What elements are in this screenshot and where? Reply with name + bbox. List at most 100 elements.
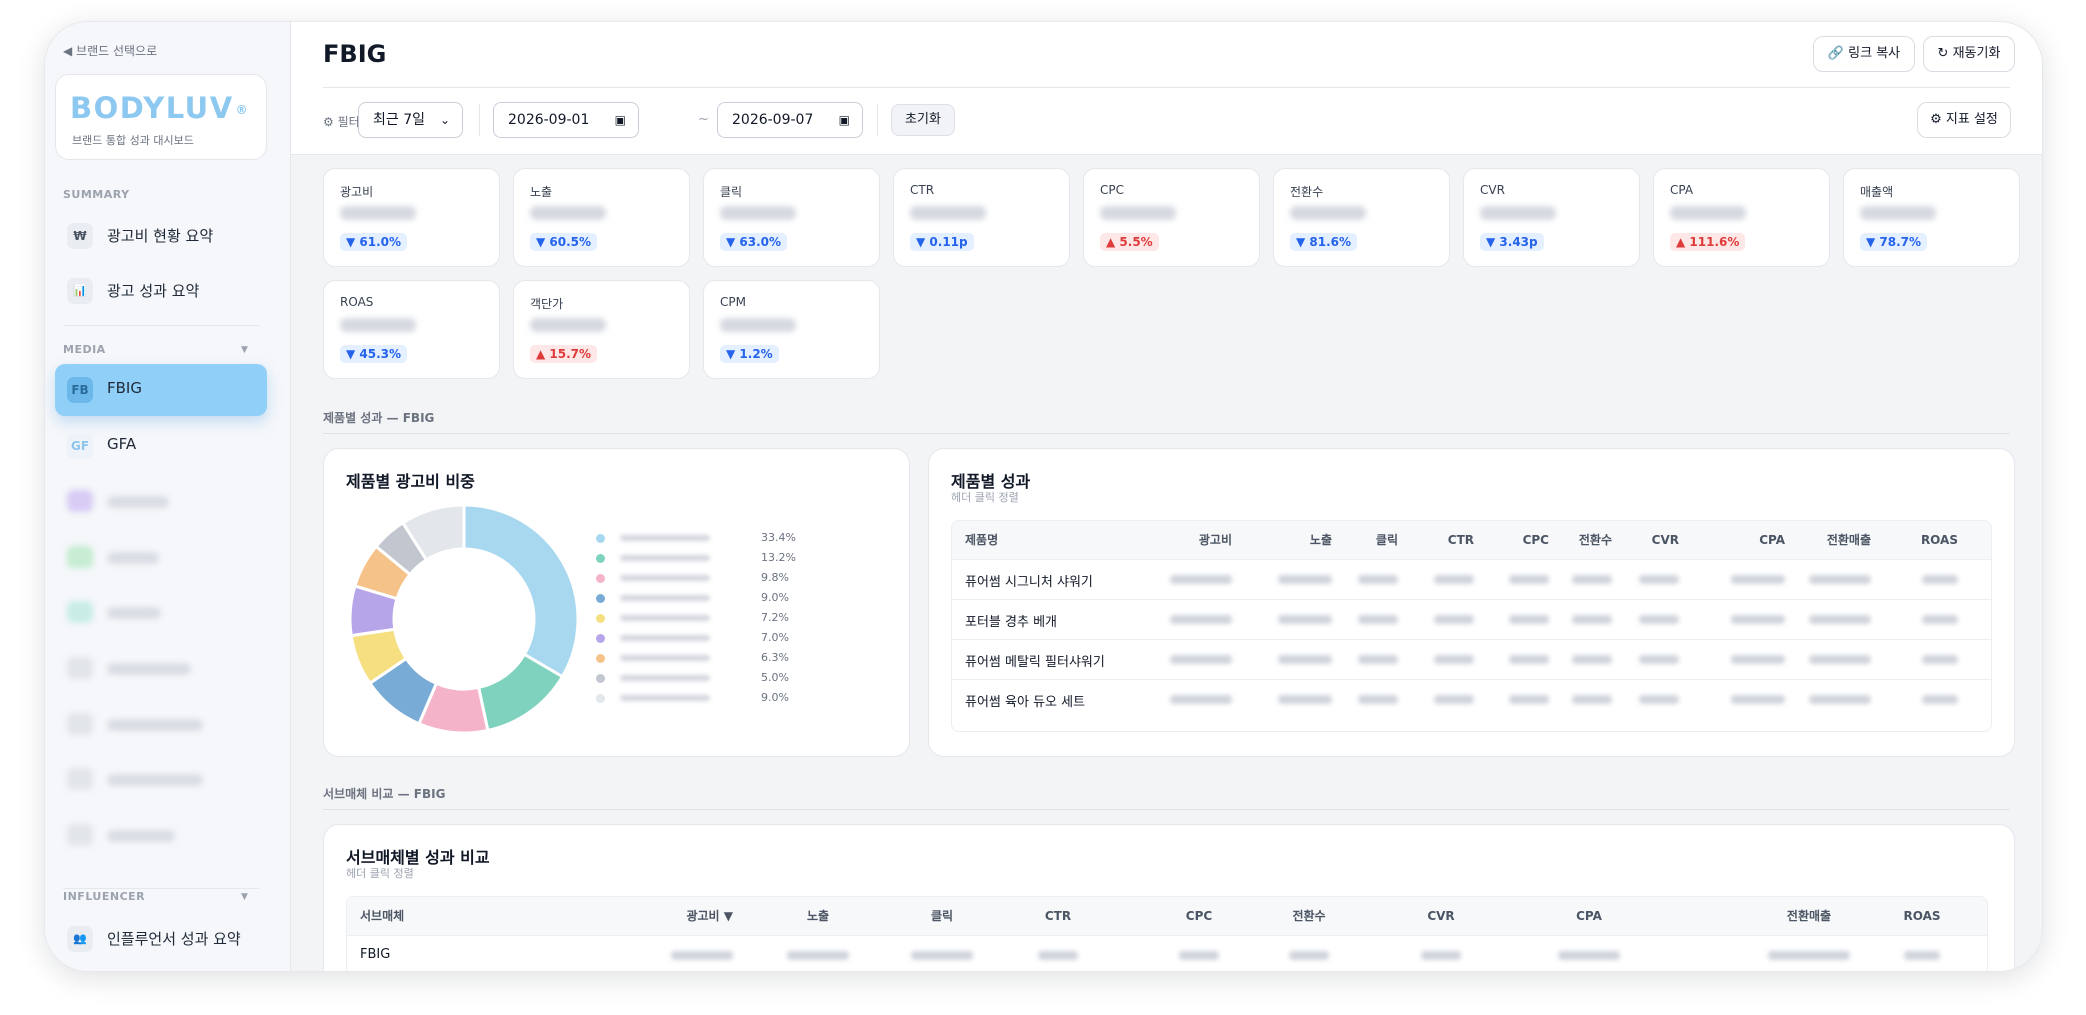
sidebar-item-blurred[interactable] <box>55 809 267 861</box>
copy-link-button[interactable]: 🔗 링크 복사 <box>1813 36 1915 72</box>
cell-value-blurred <box>1170 575 1232 584</box>
sidebar-item-influencer-summary[interactable]: 👥 인플루언서 성과 요약 <box>55 913 267 965</box>
column-header[interactable]: CPA <box>1705 521 1785 559</box>
cell-value-blurred <box>1179 951 1219 960</box>
section-summary-heading: SUMMARY <box>63 188 130 201</box>
change-value: 81.6% <box>1309 235 1352 249</box>
sidebar-item-spend-summary[interactable]: ₩ 광고비 현황 요약 <box>55 210 267 262</box>
filter-label: ⚙ 필터 <box>323 115 360 129</box>
product-performance-card: 제품별 성과 헤더 클릭 정렬 제품명 광고비 노출 클릭 CTR CPC 전환수 CVR CP… <box>928 448 2015 757</box>
chevron-down-icon[interactable]: ▼ <box>241 892 248 902</box>
column-header[interactable]: 클릭 <box>887 897 997 935</box>
sidebar-item-label: 인플루언서 성과 요약 <box>107 930 241 948</box>
column-header[interactable]: CVR <box>1599 521 1679 559</box>
column-header[interactable]: 노출 <box>763 897 873 935</box>
back-to-brand-link[interactable]: ◀ 브랜드 선택으로 <box>63 42 157 59</box>
legend-label-blurred <box>620 695 710 701</box>
cell-value-blurred <box>1358 695 1398 704</box>
arrow-up-icon: ▲ <box>536 347 550 361</box>
gear-icon: ⚙ <box>1930 112 1942 127</box>
sidebar-item-blurred[interactable] <box>55 698 267 750</box>
column-header[interactable]: 광고비 ▼ <box>623 897 733 935</box>
kpi-value-blurred <box>1670 206 1746 220</box>
sidebar-item-blurred[interactable] <box>55 475 267 527</box>
column-header[interactable]: ROAS <box>1878 521 1958 559</box>
arrow-down-icon: ▼ <box>1866 235 1880 249</box>
date-to-input[interactable]: 2026-09-07 ▣ <box>717 102 863 138</box>
calendar-icon: ▣ <box>614 113 626 127</box>
table-row[interactable]: 퓨어썸 메탈릭 필터샤워기 <box>952 639 1991 679</box>
resync-button[interactable]: ↻ 재동기화 <box>1923 36 2015 72</box>
sidebar-item-ad-performance-summary[interactable]: 📊 광고 성과 요약 <box>55 265 267 317</box>
date-from-input[interactable]: 2026-09-01 ▣ <box>493 102 639 138</box>
column-header[interactable]: CTR <box>1003 897 1113 935</box>
legend-label-blurred <box>620 655 710 661</box>
change-badge: ▼ 1.2% <box>720 345 779 363</box>
sidebar-item-blurred[interactable] <box>55 531 267 583</box>
column-header[interactable]: CTR <box>1394 521 1474 559</box>
sidebar-item-gfa[interactable]: GF GFA <box>55 420 267 472</box>
kpi-card: 매출액 ▼ 78.7% <box>1843 168 2020 267</box>
pie-slice[interactable] <box>462 503 580 679</box>
cell-value-blurred <box>1558 951 1620 960</box>
cell-value-blurred <box>1170 615 1232 624</box>
cell-value-blurred <box>1639 695 1679 704</box>
column-header[interactable]: CPA <box>1534 897 1644 935</box>
cell-value-blurred <box>1434 615 1474 624</box>
column-header[interactable]: 전환수 <box>1254 897 1364 935</box>
cell-value-blurred <box>1170 655 1232 664</box>
cell-value-blurred <box>1922 695 1958 704</box>
column-header[interactable]: ROAS <box>1867 897 1977 935</box>
sidebar-item-fbig[interactable]: FB FBIG <box>55 364 267 416</box>
chevron-down-icon[interactable]: ▼ <box>241 345 248 355</box>
brand-card: BODYLUV ® 브랜드 통합 성과 대시보드 <box>55 74 267 160</box>
legend-item: 33.4% <box>596 531 816 545</box>
change-value: 111.6% <box>1689 235 1740 249</box>
kpi-card: 객단가 ▲ 15.7% <box>513 280 690 379</box>
legend-label-blurred <box>620 675 710 681</box>
column-header[interactable]: 제품명 <box>965 521 998 559</box>
change-value: 61.0% <box>359 235 402 249</box>
change-value: 78.7% <box>1879 235 1922 249</box>
period-select[interactable]: 최근 7일 ⌄ <box>358 102 463 138</box>
column-header[interactable]: 클릭 <box>1318 521 1398 559</box>
sidebar-item-blurred[interactable] <box>55 753 267 805</box>
media-icon <box>67 713 93 735</box>
cell-value-blurred <box>1809 695 1871 704</box>
change-badge: ▲ 111.6% <box>1670 233 1746 251</box>
change-badge: ▼ 81.6% <box>1290 233 1358 251</box>
sort-hint: 헤더 클릭 정렬 <box>346 867 414 880</box>
metric-settings-button[interactable]: ⚙ 지표 설정 <box>1917 102 2011 138</box>
table-row[interactable]: 포터블 경추 베개 <box>952 599 1991 639</box>
sidebar-item-blurred[interactable] <box>55 642 267 694</box>
main-content: FBIG 🔗 링크 복사 ↻ 재동기화 ⚙ 필터 최근 7일 ⌄ 2026-09-… <box>291 22 2042 971</box>
kpi-value-blurred <box>340 206 416 220</box>
column-header[interactable]: CVR <box>1386 897 1496 935</box>
kpi-name: CPM <box>720 295 746 309</box>
kpi-name: CPA <box>1670 183 1694 197</box>
legend-swatch <box>596 574 605 583</box>
column-header[interactable]: 전환매출 <box>1754 897 1864 935</box>
media-icon <box>67 601 93 623</box>
arrow-up-icon: ▲ <box>1676 235 1690 249</box>
sidebar-item-blurred[interactable] <box>55 586 267 638</box>
change-value: 45.3% <box>359 347 402 361</box>
kpi-name: 광고비 <box>340 185 374 199</box>
legend-item: 9.0% <box>596 691 816 705</box>
divider <box>877 104 878 136</box>
table-row[interactable]: 퓨어썸 시그니처 샤워기 <box>952 559 1991 599</box>
table-row[interactable]: FBIG <box>347 935 1987 971</box>
table-row[interactable]: 퓨어썸 육아 듀오 세트 <box>952 679 1991 719</box>
section-influencer-heading: INFLUENCER <box>63 890 146 903</box>
column-header[interactable]: 전환매출 <box>1791 521 1871 559</box>
date-separator: ~ <box>698 112 709 127</box>
column-header[interactable]: 서브매체 <box>360 897 404 935</box>
column-header[interactable]: CPC <box>1144 897 1254 935</box>
change-badge: ▼ 0.11p <box>910 233 974 251</box>
kpi-card: ROAS ▼ 45.3% <box>323 280 500 379</box>
reset-button[interactable]: 초기화 <box>891 104 955 136</box>
change-value: 63.0% <box>739 235 782 249</box>
column-header[interactable]: 광고비 <box>1152 521 1232 559</box>
legend-item: 7.2% <box>596 611 816 625</box>
divider <box>479 104 480 136</box>
